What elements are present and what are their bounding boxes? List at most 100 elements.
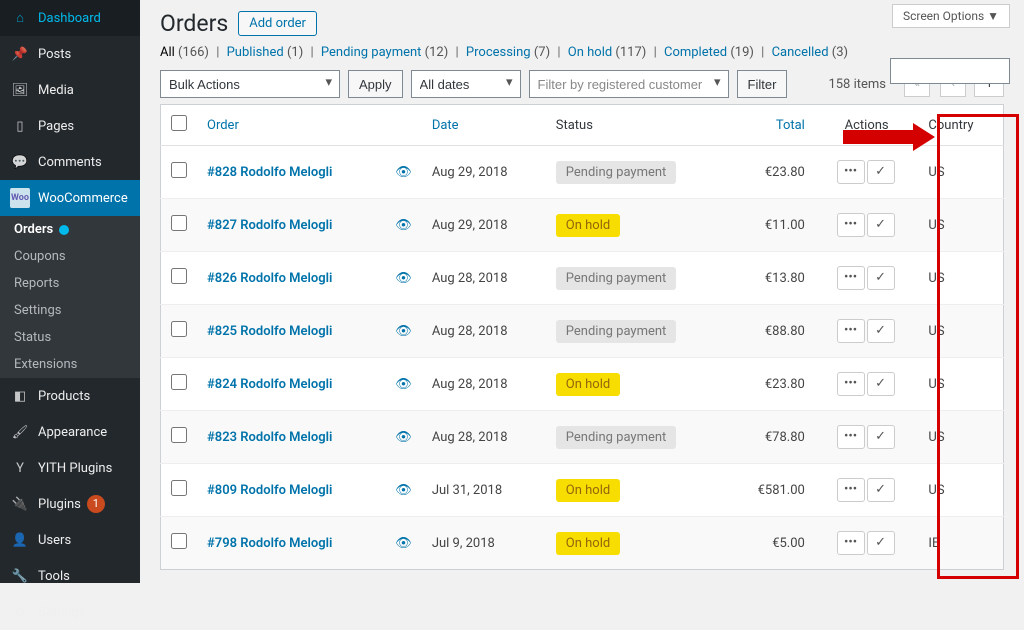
more-actions-button[interactable]: ••• (837, 160, 865, 184)
comments-icon: 💬 (10, 152, 30, 172)
sidebar-item-plugins[interactable]: 🔌Plugins1 (0, 486, 140, 522)
more-actions-button[interactable]: ••• (837, 531, 865, 555)
table-row: #828 Rodolfo Melogli 👁 Aug 29, 2018 Pend… (161, 146, 1004, 199)
complete-button[interactable]: ✓ (867, 531, 895, 555)
sidebar-subitem-orders[interactable]: Orders (0, 216, 140, 243)
preview-icon[interactable]: 👁 (395, 536, 412, 551)
more-actions-button[interactable]: ••• (837, 372, 865, 396)
row-checkbox[interactable] (171, 374, 187, 390)
order-link[interactable]: #798 Rodolfo Melogli (207, 536, 332, 551)
sidebar-item-users[interactable]: 👤Users (0, 522, 140, 558)
screen-options-toggle[interactable]: Screen Options ▼ (892, 4, 1010, 28)
col-date[interactable]: Date (422, 105, 546, 146)
more-actions-button[interactable]: ••• (837, 478, 865, 502)
subitem-label: Status (14, 330, 51, 345)
complete-button[interactable]: ✓ (867, 478, 895, 502)
filter-published[interactable]: Published (227, 45, 284, 60)
filter-pending[interactable]: Pending payment (321, 45, 422, 60)
date-filter-select[interactable]: All dates (411, 70, 521, 98)
pages-icon: ▯ (10, 116, 30, 136)
more-actions-button[interactable]: ••• (837, 213, 865, 237)
row-checkbox[interactable] (171, 427, 187, 443)
row-checkbox[interactable] (171, 268, 187, 284)
col-total[interactable]: Total (728, 105, 815, 146)
table-row: #823 Rodolfo Melogli 👁 Aug 28, 2018 Pend… (161, 411, 1004, 464)
row-checkbox[interactable] (171, 215, 187, 231)
search-input[interactable] (890, 58, 1010, 84)
order-country: US (918, 358, 1003, 411)
filter-completed[interactable]: Completed (664, 45, 727, 60)
subitem-label: Coupons (14, 249, 66, 264)
customer-filter-select[interactable]: Filter by registered customer (529, 70, 729, 98)
main-content: Screen Options ▼ Orders Add order All (1… (140, 0, 1024, 583)
order-link[interactable]: #828 Rodolfo Melogli (207, 165, 332, 180)
order-country: US (918, 146, 1003, 199)
status-badge: Pending payment (556, 161, 677, 184)
filter-count: (19) (730, 45, 754, 60)
preview-icon[interactable]: 👁 (395, 271, 412, 286)
row-checkbox[interactable] (171, 321, 187, 337)
preview-icon[interactable]: 👁 (395, 324, 412, 339)
order-link[interactable]: #827 Rodolfo Melogli (207, 218, 332, 233)
more-actions-button[interactable]: ••• (837, 266, 865, 290)
filter-cancelled[interactable]: Cancelled (772, 45, 829, 60)
col-status: Status (546, 105, 728, 146)
select-all-checkbox[interactable] (171, 115, 187, 131)
filter-button[interactable]: Filter (737, 70, 788, 98)
media-icon: 🖼 (10, 80, 30, 100)
order-link[interactable]: #823 Rodolfo Melogli (207, 430, 332, 445)
order-date: Aug 28, 2018 (422, 358, 546, 411)
filter-count: (12) (425, 45, 449, 60)
complete-button[interactable]: ✓ (867, 266, 895, 290)
sidebar-item-label: Comments (38, 155, 102, 170)
preview-icon[interactable]: 👁 (395, 377, 412, 392)
preview-icon[interactable]: 👁 (395, 430, 412, 445)
sidebar-item-media[interactable]: 🖼Media (0, 72, 140, 108)
order-link[interactable]: #824 Rodolfo Melogli (207, 377, 332, 392)
order-link[interactable]: #825 Rodolfo Melogli (207, 324, 332, 339)
row-checkbox[interactable] (171, 162, 187, 178)
sidebar-item-comments[interactable]: 💬 Comments (0, 144, 140, 180)
notification-dot-icon (59, 225, 69, 235)
sidebar-item-label: Products (38, 389, 90, 404)
add-order-button[interactable]: Add order (238, 11, 317, 36)
page-title-row: Orders Add order (160, 10, 1004, 37)
row-checkbox[interactable] (171, 480, 187, 496)
more-actions-button[interactable]: ••• (837, 425, 865, 449)
preview-icon[interactable]: 👁 (395, 165, 412, 180)
sidebar-item-dashboard[interactable]: ⌂Dashboard (0, 0, 140, 36)
sidebar-item-woocommerce[interactable]: WooWooCommerce (0, 180, 140, 216)
complete-button[interactable]: ✓ (867, 372, 895, 396)
col-order[interactable]: Order (197, 105, 385, 146)
order-link[interactable]: #809 Rodolfo Melogli (207, 483, 332, 498)
sidebar-item-settings[interactable]: ⚙Settings (0, 594, 140, 630)
sidebar-item-tools[interactable]: 🔧Tools (0, 558, 140, 594)
order-total: €23.80 (728, 358, 815, 411)
filter-all[interactable]: All (160, 45, 175, 60)
sidebar-subitem-extensions[interactable]: Extensions (0, 351, 140, 378)
complete-button[interactable]: ✓ (867, 213, 895, 237)
bulk-actions-select[interactable]: Bulk Actions (160, 70, 340, 98)
sidebar-subitem-settings[interactable]: Settings (0, 297, 140, 324)
sidebar-item-products[interactable]: ◧Products (0, 378, 140, 414)
filter-processing[interactable]: Processing (466, 45, 531, 60)
order-total: €581.00 (728, 464, 815, 517)
apply-button[interactable]: Apply (348, 70, 403, 98)
sidebar-item-pages[interactable]: ▯Pages (0, 108, 140, 144)
order-link[interactable]: #826 Rodolfo Melogli (207, 271, 332, 286)
complete-button[interactable]: ✓ (867, 160, 895, 184)
dashboard-icon: ⌂ (10, 8, 30, 28)
sidebar-subitem-coupons[interactable]: Coupons (0, 243, 140, 270)
sidebar-item-yith[interactable]: YYITH Plugins (0, 450, 140, 486)
complete-button[interactable]: ✓ (867, 319, 895, 343)
row-checkbox[interactable] (171, 533, 187, 549)
more-actions-button[interactable]: ••• (837, 319, 865, 343)
sidebar-subitem-reports[interactable]: Reports (0, 270, 140, 297)
sidebar-item-posts[interactable]: 📌Posts (0, 36, 140, 72)
sidebar-item-appearance[interactable]: 🖌Appearance (0, 414, 140, 450)
complete-button[interactable]: ✓ (867, 425, 895, 449)
filter-onhold[interactable]: On hold (568, 45, 612, 60)
sidebar-subitem-status[interactable]: Status (0, 324, 140, 351)
preview-icon[interactable]: 👁 (395, 483, 412, 498)
preview-icon[interactable]: 👁 (395, 218, 412, 233)
